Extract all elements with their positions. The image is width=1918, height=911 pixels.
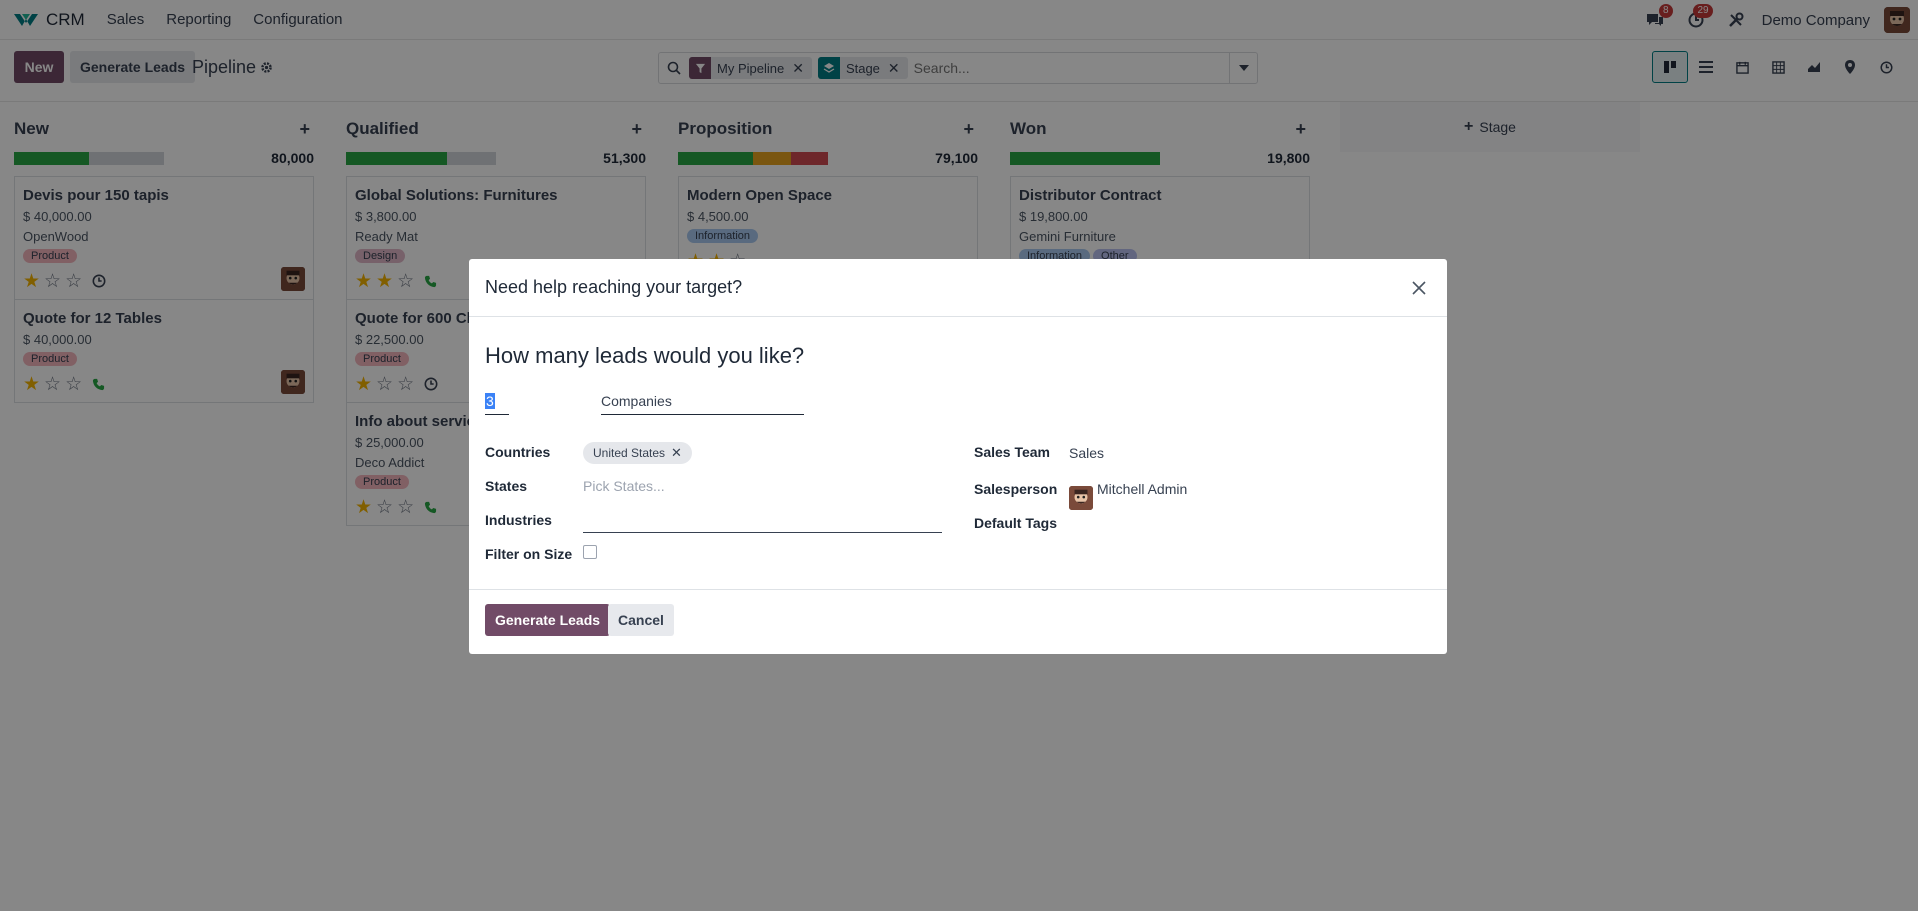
country-chip[interactable]: United States ✕	[583, 442, 692, 464]
generate-leads-dialog: Need help reaching your target? How many…	[469, 259, 1447, 654]
salesperson-label: Salesperson	[974, 481, 1058, 497]
states-input[interactable]: Pick States...	[583, 478, 665, 494]
dialog-header: Need help reaching your target?	[469, 259, 1447, 317]
cancel-button[interactable]: Cancel	[608, 604, 674, 636]
close-icon[interactable]	[1407, 276, 1431, 300]
generate-leads-submit-button[interactable]: Generate Leads	[485, 604, 611, 636]
filter-size-label: Filter on Size	[485, 546, 573, 562]
lead-count-value: 3	[485, 393, 495, 409]
lead-type-select[interactable]: Companies	[601, 393, 804, 415]
industries-label: Industries	[485, 512, 552, 528]
industries-input[interactable]	[583, 511, 942, 533]
default-tags-label: Default Tags	[974, 515, 1057, 531]
lead-count-input[interactable]: 3	[485, 393, 509, 415]
countries-label: Countries	[485, 444, 551, 460]
remove-country-icon[interactable]: ✕	[671, 445, 682, 461]
filter-size-checkbox[interactable]	[583, 545, 597, 559]
sales-team-field[interactable]: Sales	[1069, 445, 1104, 461]
dialog-title: Need help reaching your target?	[485, 277, 743, 297]
leads-question: How many leads would you like?	[485, 343, 805, 368]
states-label: States	[485, 478, 528, 494]
salesperson-avatar	[1069, 486, 1093, 510]
sales-team-label: Sales Team	[974, 444, 1051, 460]
dialog-body: How many leads would you like? 3 Compani…	[469, 317, 1447, 589]
salesperson-field[interactable]: Mitchell Admin	[1097, 481, 1187, 497]
dialog-footer: Generate Leads Cancel	[469, 589, 1447, 653]
country-chip-label: United States	[593, 446, 666, 460]
